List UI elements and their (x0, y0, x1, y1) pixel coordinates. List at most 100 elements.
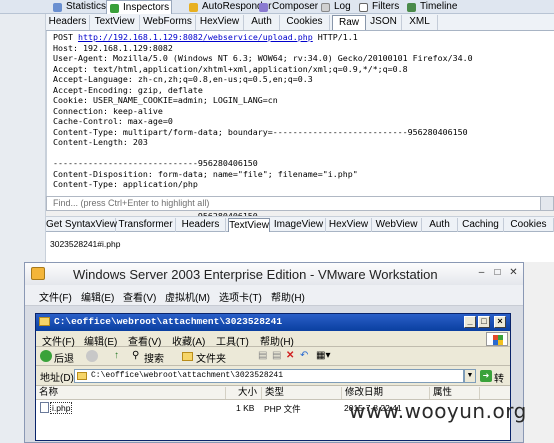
exp-menu-help[interactable]: 帮助(H) (260, 333, 294, 348)
find-input[interactable]: Find... (press Ctrl+Enter to highlight a… (46, 196, 554, 211)
exp-menu-edit[interactable]: 编辑(E) (84, 333, 117, 348)
find-options-button[interactable] (540, 196, 554, 211)
response-text: 3023528241#i.php (50, 239, 121, 249)
resp-tab-textview[interactable]: TextView (228, 218, 270, 233)
exp-menu-file[interactable]: 文件(F) (42, 333, 75, 348)
file-list-header: 名称 大小 类型 修改日期 属性 (36, 386, 510, 400)
explorer-titlebar[interactable]: C:\eoffice\webroot\attachment\3023528241… (36, 314, 510, 331)
file-size: 1 KB (236, 403, 255, 413)
statistics-icon (53, 3, 62, 12)
vm-menu-view[interactable]: 查看(V) (123, 289, 156, 304)
response-tabbar: Get SyntaxView Transformer Headers TextV… (46, 216, 554, 233)
explorer-toolbar: 后退 ↑ ⚲ 搜索 文件夹 ▤ ▤ ✕ ↶ ▦▾ (36, 347, 510, 366)
lightning-icon (189, 3, 198, 12)
views-icon[interactable]: ▦▾ (316, 350, 330, 361)
vmware-titlebar[interactable]: Windows Server 2003 Enterprise Edition -… (25, 263, 523, 285)
inspectors-icon (110, 4, 119, 13)
explorer-title: C:\eoffice\webroot\attachment\3023528241 (54, 316, 283, 327)
col-name[interactable]: 名称 (36, 387, 226, 399)
raw-request-body: Host: 192.168.1.129:8082 User-Agent: Moz… (53, 42, 473, 221)
php-file-icon (40, 402, 49, 413)
resp-tab-hexview[interactable]: HexView (326, 218, 372, 233)
copy-to-icon[interactable]: ▤ (272, 350, 281, 361)
vmware-title: Windows Server 2003 Enterprise Edition -… (73, 267, 438, 282)
file-name: i.php (50, 402, 73, 414)
resp-tab-auth[interactable]: Auth (422, 218, 458, 233)
vm-menu-file[interactable]: 文件(F) (39, 289, 72, 304)
response-text-view[interactable]: 3023528241#i.php (46, 232, 554, 262)
tab-inspectors[interactable]: Inspectors (106, 0, 172, 14)
tab-composer[interactable]: Composer (256, 0, 318, 14)
req-tab-headers[interactable]: Headers (46, 15, 90, 30)
folder-icon (77, 372, 87, 380)
col-attributes[interactable]: 属性 (430, 387, 480, 399)
timeline-icon (407, 3, 416, 12)
windows-logo-icon (486, 332, 508, 346)
go-arrow-icon[interactable]: ➜ (480, 370, 492, 382)
resp-tab-headers[interactable]: Headers (176, 218, 226, 233)
req-tab-webforms[interactable]: WebForms (140, 15, 196, 30)
vm-menu-edit[interactable]: 编辑(E) (81, 289, 114, 304)
magnifier-icon: ⚲ (132, 350, 140, 361)
file-type: PHP 文件 (264, 404, 301, 414)
tab-log[interactable]: Log (318, 0, 351, 14)
req-tab-auth[interactable]: Auth (244, 15, 280, 30)
checkbox-icon (359, 3, 368, 12)
resp-tab-caching[interactable]: Caching (458, 218, 504, 233)
search-button-label[interactable]: 搜索 (144, 350, 164, 365)
forward-arrow-icon[interactable] (86, 350, 98, 362)
request-tabbar: Headers TextView WebForms HexView Auth C… (46, 14, 554, 31)
exp-menu-tools[interactable]: 工具(T) (216, 333, 249, 348)
minimize-icon[interactable]: _ (464, 316, 476, 328)
maximize-icon[interactable]: □ (491, 267, 504, 279)
vm-menu-tabs[interactable]: 选项卡(T) (219, 289, 262, 304)
vm-menu-vm[interactable]: 虚拟机(M) (165, 289, 210, 304)
resp-tab-transformer[interactable]: Transformer (116, 218, 176, 233)
close-icon[interactable]: × (494, 316, 506, 328)
tab-timeline[interactable]: Timeline (404, 0, 457, 14)
folder-icon (39, 317, 50, 326)
col-type[interactable]: 类型 (262, 387, 342, 399)
address-dropdown-icon[interactable]: ▼ (464, 369, 476, 383)
back-arrow-icon[interactable] (40, 350, 52, 362)
exp-menu-favorites[interactable]: 收藏(A) (172, 333, 205, 348)
composer-icon (259, 3, 268, 12)
folders-button-label[interactable]: 文件夹 (196, 350, 226, 365)
move-to-icon[interactable]: ▤ (258, 350, 267, 361)
req-tab-json[interactable]: JSON (366, 15, 402, 30)
tab-filters[interactable]: Filters (356, 0, 399, 14)
explorer-menubar: 文件(F) 编辑(E) 查看(V) 收藏(A) 工具(T) 帮助(H) (36, 331, 510, 348)
address-input[interactable]: C:\eoffice\webroot\attachment\3023528241 (74, 369, 464, 383)
resp-tab-syntaxview[interactable]: Get SyntaxView (46, 218, 117, 233)
watermark: www.wooyun.org (349, 399, 527, 423)
vmware-icon (31, 267, 45, 280)
request-url-link[interactable]: http://192.168.1.129:8082/webservice/upl… (78, 32, 313, 42)
address-label: 地址(D) (40, 373, 74, 384)
folders-icon (182, 352, 193, 361)
maximize-icon[interactable]: □ (478, 316, 490, 328)
close-icon[interactable]: ✕ (507, 267, 520, 279)
req-tab-textview[interactable]: TextView (90, 15, 140, 30)
undo-icon[interactable]: ↶ (300, 350, 308, 361)
minimize-icon[interactable]: – (475, 267, 488, 279)
raw-request-text: POST http://192.168.1.129:8082/webservic… (53, 32, 473, 221)
raw-request-view[interactable]: POST http://192.168.1.129:8082/webservic… (46, 31, 554, 221)
explorer-addressbar: 地址(D) C:\eoffice\webroot\attachment\3023… (36, 366, 510, 400)
req-tab-hexview[interactable]: HexView (196, 15, 244, 30)
resp-tab-cookies[interactable]: Cookies (504, 218, 554, 233)
delete-icon[interactable]: ✕ (286, 350, 294, 361)
up-folder-icon[interactable]: ↑ (114, 350, 119, 361)
exp-menu-view[interactable]: 查看(V) (128, 333, 161, 348)
col-size[interactable]: 大小 (226, 387, 262, 399)
back-button-label[interactable]: 后退 (54, 350, 74, 365)
resp-tab-imageview[interactable]: ImageView (272, 218, 326, 233)
req-tab-cookies[interactable]: Cookies (280, 15, 330, 30)
tab-statistics[interactable]: Statistics (50, 0, 106, 14)
vm-menu-help[interactable]: 帮助(H) (271, 289, 305, 304)
inspector-top-tabbar: Statistics Inspectors AutoResponder Comp… (0, 0, 554, 14)
col-modified[interactable]: 修改日期 (342, 387, 430, 399)
req-tab-raw[interactable]: Raw (332, 15, 366, 30)
req-tab-xml[interactable]: XML (402, 15, 438, 30)
resp-tab-webview[interactable]: WebView (372, 218, 422, 233)
vmware-menubar: 文件(F) 编辑(E) 查看(V) 虚拟机(M) 选项卡(T) 帮助(H) (25, 285, 523, 306)
